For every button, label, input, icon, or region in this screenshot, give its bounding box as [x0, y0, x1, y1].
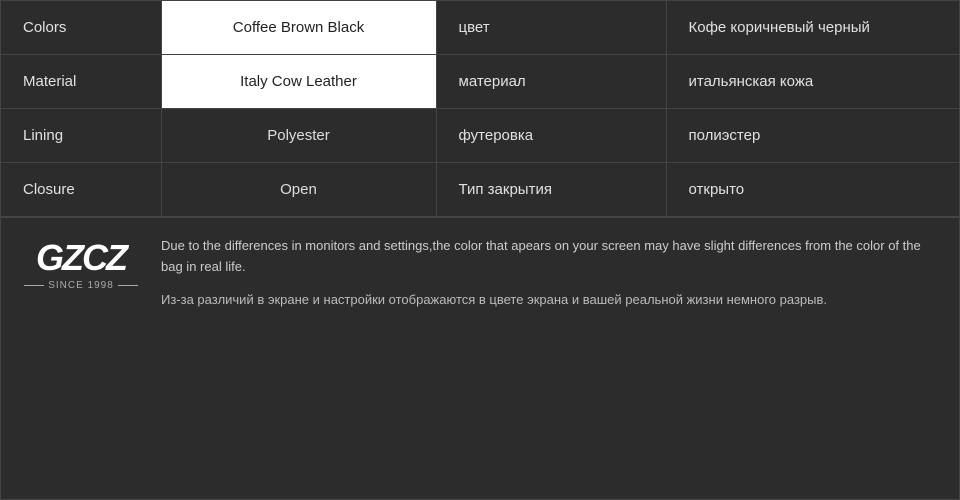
table-row-lining: Lining Polyester футеровка полиэстер: [1, 109, 959, 163]
logo-since-text: SINCE 1998: [48, 280, 114, 291]
table-row-closure: Closure Open Тип закрытия открыто: [1, 163, 959, 217]
value-ru-lining: полиэстер: [666, 109, 959, 163]
brand-logo: GZCZ SINCE 1998: [21, 236, 141, 291]
product-table: Colors Coffee Brown Black цвет Кофе кори…: [1, 1, 959, 217]
footer-text-ru: Из-за различий в экране и настройки отоб…: [161, 290, 939, 311]
logo-text: GZCZ: [36, 240, 126, 276]
logo-since: SINCE 1998: [24, 280, 138, 291]
value-ru-closure: открыто: [666, 163, 959, 217]
key-ru-colors: цвет: [436, 1, 666, 55]
key-ru-closure: Тип закрытия: [436, 163, 666, 217]
logo-line-right: [118, 285, 138, 286]
key-ru-material: материал: [436, 55, 666, 109]
value-en-colors: Coffee Brown Black: [161, 1, 436, 55]
label-closure: Closure: [1, 163, 161, 217]
main-container: Colors Coffee Brown Black цвет Кофе кори…: [0, 0, 960, 500]
value-en-lining: Polyester: [161, 109, 436, 163]
value-en-material: Italy Cow Leather: [161, 55, 436, 109]
label-colors: Colors: [1, 1, 161, 55]
value-en-closure: Open: [161, 163, 436, 217]
value-ru-material: итальянская кожа: [666, 55, 959, 109]
footer-section: GZCZ SINCE 1998 Due to the differences i…: [1, 217, 959, 328]
key-ru-lining: футеровка: [436, 109, 666, 163]
label-material: Material: [1, 55, 161, 109]
footer-text-en: Due to the differences in monitors and s…: [161, 236, 939, 278]
value-ru-colors: Кофе коричневый черный: [666, 1, 959, 55]
logo-line-left: [24, 285, 44, 286]
footer-description: Due to the differences in monitors and s…: [161, 236, 939, 310]
label-lining: Lining: [1, 109, 161, 163]
table-row-material: Material Italy Cow Leather материал итал…: [1, 55, 959, 109]
table-row-colors: Colors Coffee Brown Black цвет Кофе кори…: [1, 1, 959, 55]
